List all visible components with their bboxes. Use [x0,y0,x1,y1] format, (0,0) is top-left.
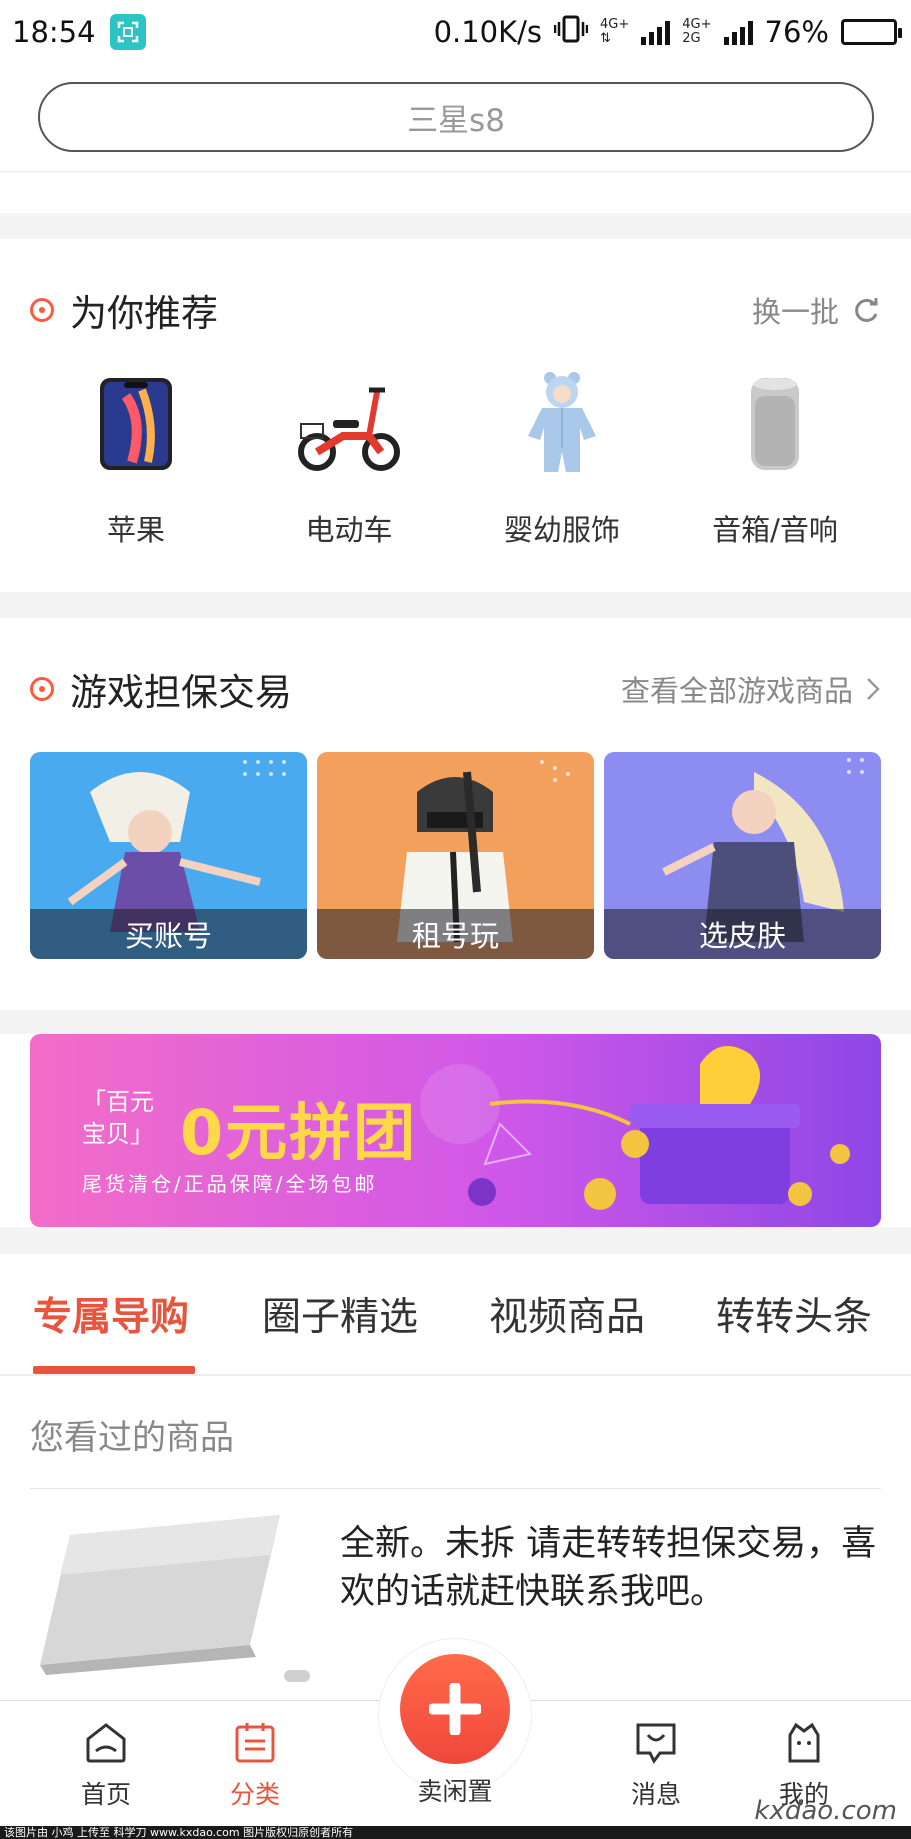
vibrate-icon [553,14,589,51]
search-input[interactable]: 三星s8 [38,82,874,152]
banner-headline: 0元拼团 [180,1096,418,1169]
game-card-label: 选皮肤 [604,909,881,959]
banner-small-text: 「百元 宝贝」 [82,1088,154,1148]
section-dot-icon [30,677,54,701]
watermark-strip: 该图片由 小鸡 上传至 科学刀 www.kxdao.com 图片版权归原创者所有 [0,1826,911,1839]
active-tab-indicator [33,1366,195,1374]
baby-clothes-icon [507,369,617,479]
network-speed: 0.10K/s [433,15,543,49]
content-tabs: 专属导购 圈子精选 视频商品 转转头条 [0,1254,911,1376]
tab-headlines[interactable]: 转转头条 [716,1286,872,1342]
tab-exclusive-guide[interactable]: 专属导购 [33,1286,189,1342]
recommend-label: 苹果 [106,513,165,547]
product-description[interactable]: 全新。未拆 请走转转担保交易，喜欢的话就赶快联系我吧。 [340,1520,880,1616]
nav-messages[interactable]: 消息 [596,1721,716,1811]
section-gap [0,213,911,239]
ebike-icon [294,369,404,479]
section-gap [0,1227,911,1254]
network-type-1: 4G+ ⇅ [600,17,630,46]
watermark-logo: kxdao.com [754,1796,897,1826]
section-dot-icon [30,298,54,322]
game-card-label: 租号玩 [317,909,594,959]
game-card-label: 买账号 [30,909,307,959]
screenshot-icon [109,14,146,50]
status-time: 18:54 [12,15,96,49]
recommend-title: 为你推荐 [70,292,218,335]
plus-icon [429,1683,481,1735]
signal-icon-1 [641,19,671,45]
power-bank-image[interactable] [30,1515,290,1675]
section-gap [0,1010,911,1034]
game-card-choose-skin[interactable]: 选皮肤 [604,752,881,959]
profile-icon [788,1722,820,1763]
recommend-section: 为你推荐 换一批 苹果 电动车 婴幼服饰 音箱/音响 [0,239,911,592]
battery-percent: 76% [764,15,829,49]
recommend-list: 苹果 电动车 婴幼服饰 音箱/音响 [30,369,881,549]
speaker-icon [720,369,830,479]
view-all-games-link[interactable]: 查看全部游戏商品 [621,668,881,710]
refresh-button[interactable]: 换一批 [752,289,881,331]
game-card-buy-account[interactable]: 买账号 [30,752,307,959]
recommend-item-speaker[interactable]: 音箱/音响 [669,369,881,549]
status-bar: 18:54 0.10K/s 4G+ ⇅ 4G+ 2G 76% [0,0,911,64]
nav-label: 消息 [630,1780,681,1809]
section-gap [0,592,911,618]
tab-circle-picks[interactable]: 圈子精选 [262,1286,418,1342]
recommend-item-ebike[interactable]: 电动车 [243,369,455,549]
group-buy-banner[interactable]: 「百元 宝贝」 0元拼团 尾货清仓/正品保障/全场包邮 [30,1034,881,1227]
chevron-right-icon [867,678,880,700]
recommend-label: 婴幼服饰 [503,513,620,547]
games-header: 游戏担保交易 查看全部游戏商品 [30,662,881,716]
status-indicators: 0.10K/s 4G+ ⇅ 4G+ 2G 76% [433,0,902,64]
signal-icon-2 [723,19,753,45]
nav-home[interactable]: 首页 [46,1721,166,1811]
refresh-label: 换一批 [751,295,839,329]
home-icon [86,1723,126,1763]
banner-subtitle: 尾货清仓/正品保障/全场包邮 [82,1172,378,1196]
recommend-item-apple[interactable]: 苹果 [30,369,242,549]
category-icon [235,1723,275,1763]
recommend-label: 电动车 [305,513,393,547]
refresh-icon [855,298,878,322]
divider [30,1488,881,1489]
recommend-header: 为你推荐 换一批 [30,283,881,337]
game-cards: 买账号 租号玩 选皮肤 [30,752,881,959]
network-type-2: 4G+ 2G [682,17,712,46]
sell-button[interactable] [400,1654,510,1764]
sell-label[interactable]: 卖闲置 [380,1772,530,1808]
game-card-rent-account[interactable]: 租号玩 [317,752,594,959]
tab-video-products[interactable]: 视频商品 [489,1286,645,1342]
games-title: 游戏担保交易 [70,671,292,714]
nav-category[interactable]: 分类 [195,1721,315,1811]
page-indicator [284,1670,310,1682]
recommend-label: 音箱/音响 [712,513,838,547]
viewed-products-title: 您看过的商品 [30,1418,234,1458]
banner-decoration [420,1046,850,1210]
recommend-item-baby-clothes[interactable]: 婴幼服饰 [456,369,668,549]
games-section: 游戏担保交易 查看全部游戏商品 买账号 租号玩 选皮肤 [0,618,911,1010]
nav-label: 首页 [80,1780,131,1809]
phone-icon [81,369,191,479]
view-all-label: 查看全部游戏商品 [620,674,853,708]
message-icon [636,1723,676,1764]
battery-icon [841,19,902,45]
search-area: 三星s8 [0,64,911,172]
nav-label: 分类 [229,1780,280,1809]
